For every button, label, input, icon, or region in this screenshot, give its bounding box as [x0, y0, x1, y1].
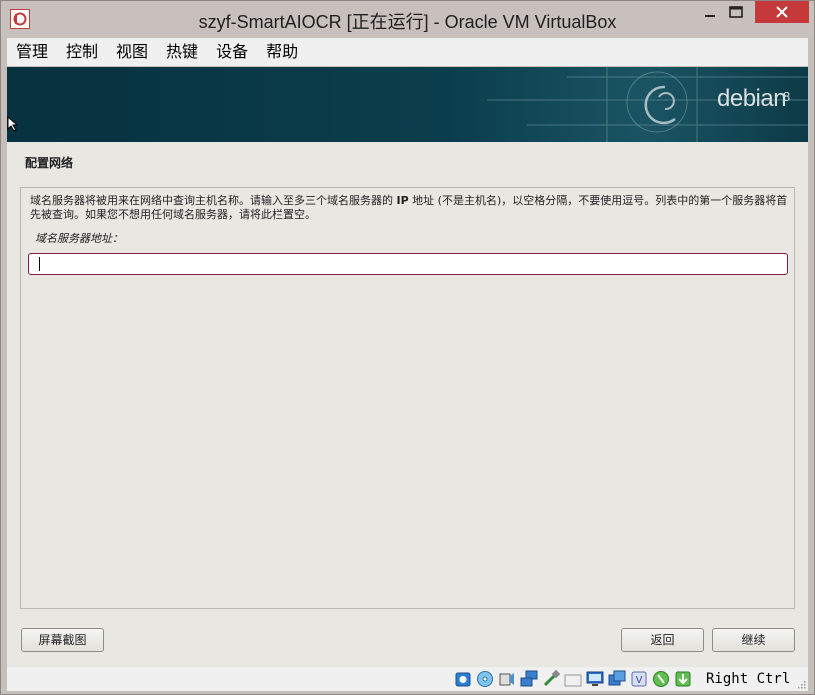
maximize-button[interactable]: [721, 1, 751, 23]
menu-item-hotkeys[interactable]: 热键: [157, 38, 207, 66]
back-button[interactable]: 返回: [621, 628, 704, 652]
mouse-cursor-icon: [7, 116, 19, 132]
dns-field-label: 域名服务器地址：: [35, 232, 123, 245]
screenshot-button[interactable]: 屏幕截图: [21, 628, 104, 652]
keyboard-capture-icon[interactable]: [673, 669, 693, 689]
section-title: 配置网络: [25, 156, 74, 170]
device-status-icons: V: [453, 669, 693, 689]
display-icon[interactable]: [585, 669, 605, 689]
minimize-icon: [705, 15, 715, 17]
menu-item-view[interactable]: 视图: [107, 38, 157, 66]
debian-version: 8: [783, 89, 791, 104]
resize-grip-icon[interactable]: [796, 679, 806, 689]
menu-item-control[interactable]: 控制: [57, 38, 107, 66]
menu-item-devices[interactable]: 设备: [207, 38, 257, 66]
vm-display[interactable]: debian 8 配置网络 域名服务器将被用来在网络中查询主机名称。请输入至多三…: [7, 67, 808, 667]
maximize-icon: [729, 6, 743, 18]
title-bar[interactable]: szyf-SmartAIOCR [正在运行] - Oracle VM Virtu…: [1, 1, 814, 37]
virtualization-icon[interactable]: V: [629, 669, 649, 689]
hard-disk-icon[interactable]: [453, 669, 473, 689]
dns-description: 域名服务器将被用来在网络中查询主机名称。请输入至多三个域名服务器的 IP 地址 …: [30, 194, 788, 221]
installer-panel: 域名服务器将被用来在网络中查询主机名称。请输入至多三个域名服务器的 IP 地址 …: [20, 187, 795, 609]
menu-item-manage[interactable]: 管理: [7, 38, 57, 66]
close-icon: [776, 6, 788, 18]
network-icon[interactable]: [519, 669, 539, 689]
optical-disk-icon[interactable]: [475, 669, 495, 689]
status-bar: V Right Ctrl: [7, 667, 808, 691]
menu-bar: 管理 控制 视图 热键 设备 帮助: [7, 38, 808, 66]
banner-decoration: [487, 67, 808, 142]
virtualbox-window: szyf-SmartAIOCR [正在运行] - Oracle VM Virtu…: [0, 0, 815, 695]
shared-folder-icon[interactable]: [563, 669, 583, 689]
debian-logo: debian: [717, 85, 787, 112]
host-key-label: Right Ctrl: [706, 671, 791, 687]
menu-item-help[interactable]: 帮助: [257, 38, 307, 66]
video-capture-icon[interactable]: [607, 669, 627, 689]
dns-server-input[interactable]: [28, 253, 788, 275]
text-caret: [39, 257, 40, 271]
continue-button[interactable]: 继续: [712, 628, 795, 652]
svg-text:V: V: [636, 675, 643, 686]
usb-icon[interactable]: [541, 669, 561, 689]
close-button[interactable]: [755, 1, 809, 23]
debian-banner: debian 8: [7, 67, 808, 142]
audio-icon[interactable]: [497, 669, 517, 689]
mouse-integration-icon[interactable]: [651, 669, 671, 689]
window-title: szyf-SmartAIOCR [正在运行] - Oracle VM Virtu…: [198, 12, 617, 32]
